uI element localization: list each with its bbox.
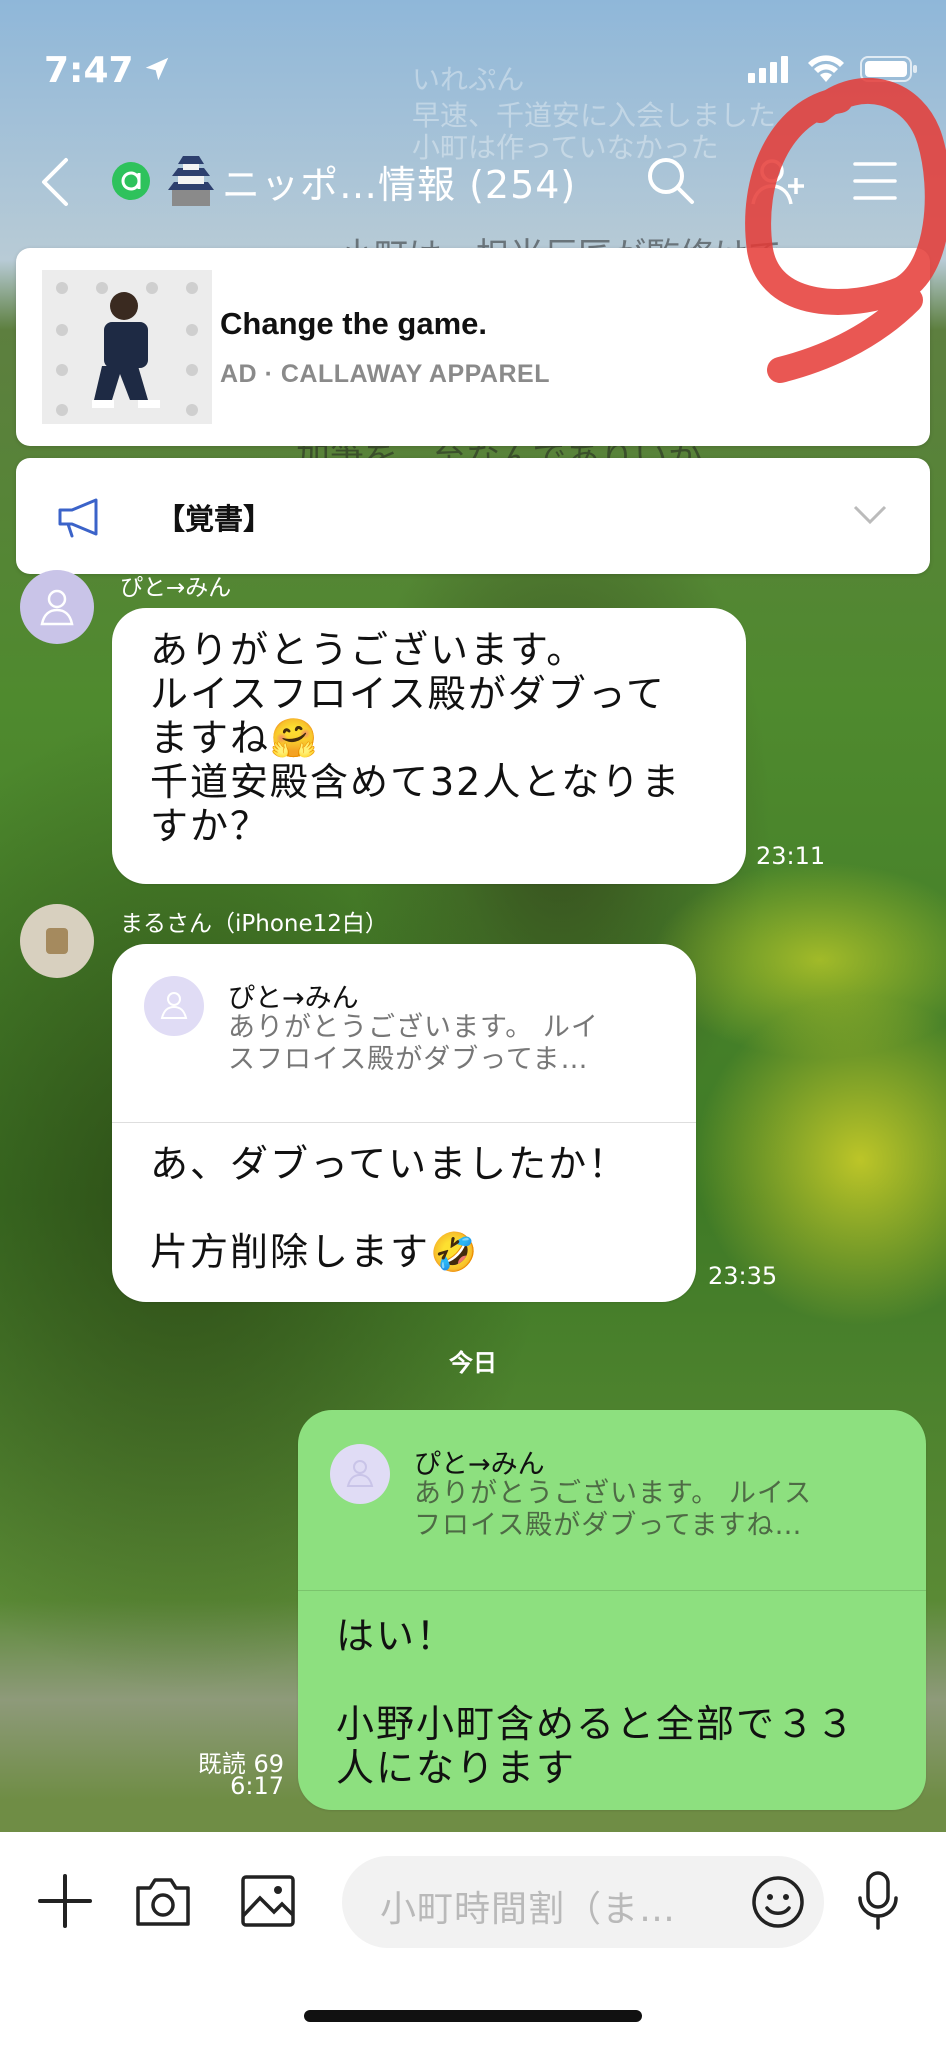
ad-title: Change the game. (220, 306, 487, 341)
message-input[interactable]: 小町時間割（ま… (342, 1856, 824, 1948)
location-arrow-icon (145, 57, 169, 81)
chat-title[interactable]: ニッポ…情報 (254) (222, 154, 576, 209)
status-time: 7:47 (44, 50, 134, 91)
avatar[interactable] (20, 904, 94, 978)
message-text: はい！ 小野小町含めると全部で３３ 人になります (336, 1614, 857, 1790)
my-message-time: 6:17 (230, 1772, 284, 1800)
camera-icon[interactable] (134, 1874, 192, 1928)
emoji-icon[interactable] (750, 1874, 806, 1930)
ad-meta: AD · CALLAWAY APPAREL (220, 360, 550, 389)
home-indicator (304, 2010, 642, 2022)
reply-preview: ありがとうございます。 ルイ スフロイス殿がダブってま… (228, 1012, 599, 1075)
castle-emoji-icon (168, 156, 214, 206)
ad-label: AD (220, 360, 258, 388)
message-sender: まるさん（iPhone12白） (120, 911, 388, 937)
my-message-bubble[interactable]: ぴと→みん ありがとうございます。 ルイス フロイス殿がダブってますね… はい！… (298, 1410, 926, 1810)
date-separator: 今日 (449, 1349, 497, 1377)
message-time: 23:35 (708, 1262, 778, 1290)
message-time: 23:11 (756, 842, 826, 870)
announcement-text: 【覚書】 (156, 502, 273, 536)
announcement-bar[interactable]: 【覚書】 (16, 458, 930, 574)
message-sender: ぴと→みん (120, 575, 232, 601)
red-annotation-circle (745, 77, 946, 383)
ad-thumbnail-image (42, 270, 212, 424)
ad-advertiser: CALLAWAY APPAREL (280, 360, 550, 388)
message-bubble[interactable]: ぴと→みん ありがとうございます。 ルイ スフロイス殿がダブってま… あ、ダブっ… (112, 944, 696, 1302)
reply-sender: ぴと→みん (414, 1449, 545, 1480)
openchat-badge-icon (112, 162, 150, 200)
reply-sender: ぴと→みん (228, 983, 359, 1014)
back-arrow-icon[interactable] (38, 156, 72, 208)
plus-icon[interactable] (36, 1872, 94, 1930)
megaphone-icon (58, 498, 98, 538)
chevron-down-icon[interactable] (852, 504, 888, 526)
message-text: あ、ダブっていましたか！ 片方削除します🤣 (150, 1142, 629, 1274)
reply-divider (298, 1590, 926, 1591)
search-icon[interactable] (644, 154, 698, 208)
message-input-placeholder: 小町時間割（ま… (380, 1889, 677, 1930)
ad-dot: · (264, 360, 281, 388)
reply-divider (112, 1122, 696, 1123)
reply-avatar (144, 976, 204, 1036)
reply-preview: ありがとうございます。 ルイス フロイス殿がダブってますね… (414, 1478, 813, 1541)
reply-avatar (330, 1444, 390, 1504)
image-icon[interactable] (240, 1874, 296, 1928)
message-text: ありがとうございます。 ルイスフロイス殿がダブって ますね🤗 千道安殿含めて32… (150, 628, 682, 848)
avatar[interactable] (20, 570, 94, 644)
microphone-icon[interactable] (854, 1870, 902, 1932)
message-bubble[interactable]: ありがとうございます。 ルイスフロイス殿がダブって ますね🤗 千道安殿含めて32… (112, 608, 746, 884)
